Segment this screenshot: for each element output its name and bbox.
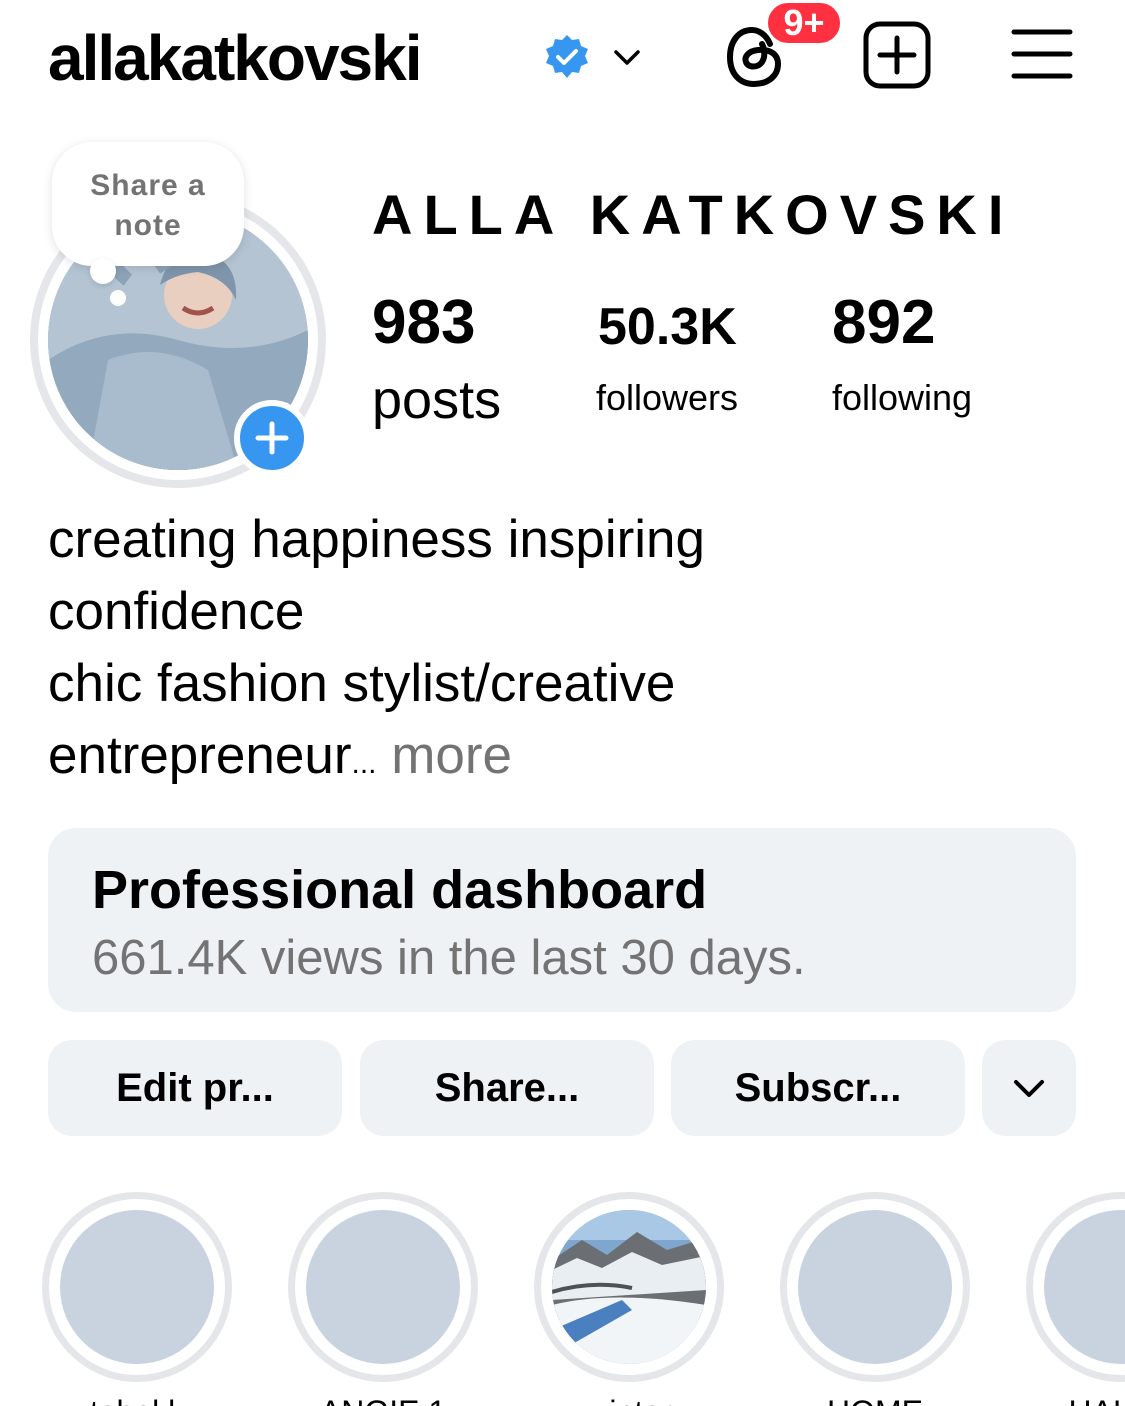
edit-profile-button[interactable]: Edit pr...: [48, 1040, 342, 1136]
following-count[interactable]: 892: [832, 288, 935, 358]
share-note-bubble[interactable]: Share a note: [52, 142, 244, 266]
dashboard-title: Professional dashboard: [92, 860, 708, 920]
add-story-button[interactable]: [234, 400, 310, 476]
highlight-cover: [798, 1210, 952, 1364]
highlight-label: HOME: [780, 1392, 970, 1406]
followers-count[interactable]: 50.3K: [598, 292, 737, 362]
following-label[interactable]: following: [832, 376, 972, 420]
top-bar: allakatkovski 9+: [0, 0, 1125, 120]
winter-landscape-image: [552, 1210, 706, 1364]
share-profile-button[interactable]: Share...: [360, 1040, 654, 1136]
bio-line-text: entrepreneur: [48, 726, 352, 785]
note-text-line1: Share a: [90, 169, 206, 202]
highlight-label: HALLO: [1026, 1392, 1125, 1406]
menu-icon[interactable]: [1010, 26, 1074, 82]
bio-ellipsis: ...: [351, 747, 377, 780]
chevron-down-icon[interactable]: [610, 42, 644, 72]
posts-label[interactable]: posts: [372, 372, 501, 428]
plus-icon: [255, 421, 289, 455]
profile-full-name: ALLA KATKOVSKI: [372, 183, 1015, 246]
notification-badge: 9+: [765, 0, 843, 46]
highlight-label: ANGIE 1: [288, 1392, 478, 1406]
posts-count[interactable]: 983: [372, 288, 475, 358]
professional-dashboard-card[interactable]: Professional dashboard 661.4K views in t…: [48, 828, 1076, 1012]
highlight-cover: [60, 1210, 214, 1364]
bio-line: chic fashion stylist/creative: [48, 654, 676, 713]
expand-suggestions-button[interactable]: [982, 1040, 1076, 1136]
dashboard-subtitle: 661.4K views in the last 30 days.: [92, 931, 806, 985]
bio-line: entrepreneur... more: [48, 720, 948, 800]
highlight-cover-winter: [552, 1210, 706, 1364]
followers-label[interactable]: followers: [596, 376, 738, 420]
username[interactable]: allakatkovski: [48, 18, 422, 98]
create-plus-icon[interactable]: [862, 20, 932, 90]
verified-badge-icon: [546, 35, 588, 78]
note-text-line2: note: [114, 209, 182, 242]
subscribe-button[interactable]: Subscr...: [671, 1040, 965, 1136]
chevron-down-icon: [1014, 1080, 1044, 1097]
note-bubble-tail-small: [110, 290, 126, 306]
profile-page: allakatkovski 9+ Share a note ALLA KATKO…: [0, 0, 1125, 1406]
bio-more-link[interactable]: more: [391, 726, 512, 785]
bio-line: creating happiness inspiring: [48, 510, 706, 569]
bio: creating happiness inspiring confidence …: [48, 504, 948, 800]
highlight-label: winter: [534, 1392, 724, 1406]
bio-line: confidence: [48, 582, 305, 641]
highlight-cover: [306, 1210, 460, 1364]
highlight-label: tabel k: [42, 1392, 232, 1406]
note-bubble-tail: [90, 258, 116, 284]
